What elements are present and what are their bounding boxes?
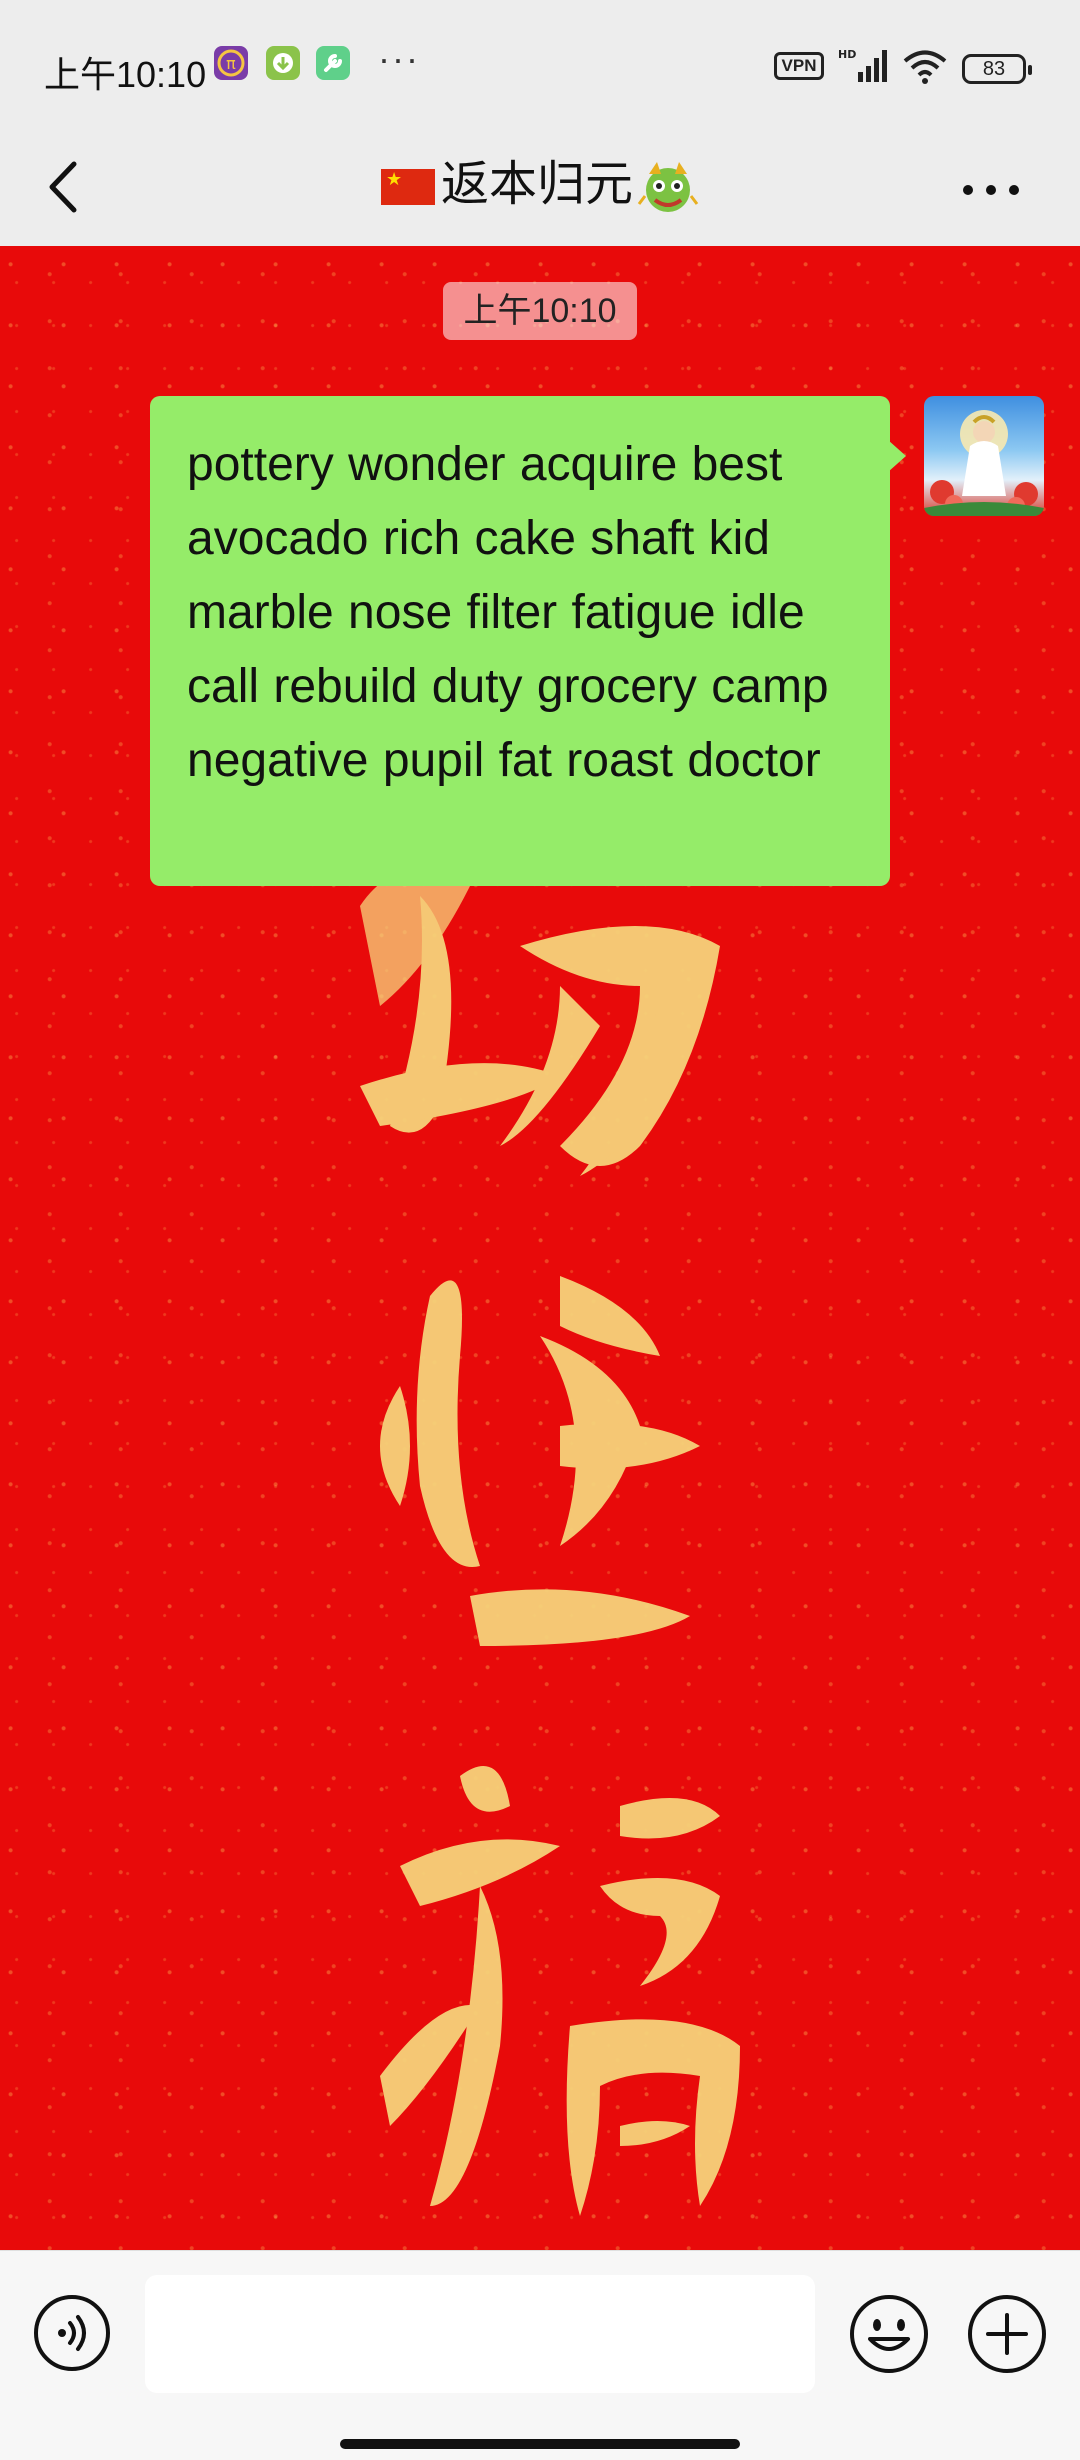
wifi-icon: [902, 50, 948, 84]
home-indicator[interactable]: [340, 2439, 740, 2449]
user-avatar[interactable]: [924, 396, 1044, 516]
emoji-icon: [850, 2295, 928, 2373]
voice-input-button[interactable]: [32, 2293, 112, 2373]
battery-indicator: 83: [962, 54, 1032, 84]
status-bar: 上午10:10 π ··· VPN HD 83: [0, 0, 1080, 130]
signal-icon: HD: [838, 48, 888, 84]
chat-header: 返本归元: [0, 130, 1080, 246]
message-input[interactable]: [145, 2275, 815, 2393]
more-options-button[interactable]: [956, 170, 1026, 210]
plus-icon: [968, 2295, 1046, 2373]
chat-input-bar: [0, 2250, 1080, 2460]
wrench-icon: [316, 46, 350, 80]
svg-text:HD: HD: [838, 48, 856, 61]
chat-title: 返本归元: [0, 150, 1080, 220]
vpn-badge: VPN: [774, 52, 824, 80]
svg-text:π: π: [226, 54, 236, 73]
app-notification-icon: π: [214, 46, 248, 80]
chat-title-text: 返本归元: [440, 158, 633, 211]
status-time: 上午10:10: [44, 54, 207, 95]
avatar-image: [924, 410, 1044, 516]
chat-area[interactable]: 上午10:10 pottery wonder acquire best avoc…: [0, 246, 1080, 2250]
status-more-dots: ···: [378, 38, 420, 79]
download-icon: [266, 46, 300, 80]
message-timestamp: 上午10:10: [443, 282, 637, 340]
china-flag-icon: [380, 169, 435, 206]
more-functions-button[interactable]: [966, 2293, 1048, 2375]
message-bubble[interactable]: pottery wonder acquire best avocado rich…: [150, 396, 906, 886]
more-horizontal-icon: [963, 185, 1019, 195]
emoji-button[interactable]: [848, 2293, 930, 2375]
dragon-emoji-icon: [637, 156, 699, 218]
voice-icon: [34, 2295, 110, 2371]
